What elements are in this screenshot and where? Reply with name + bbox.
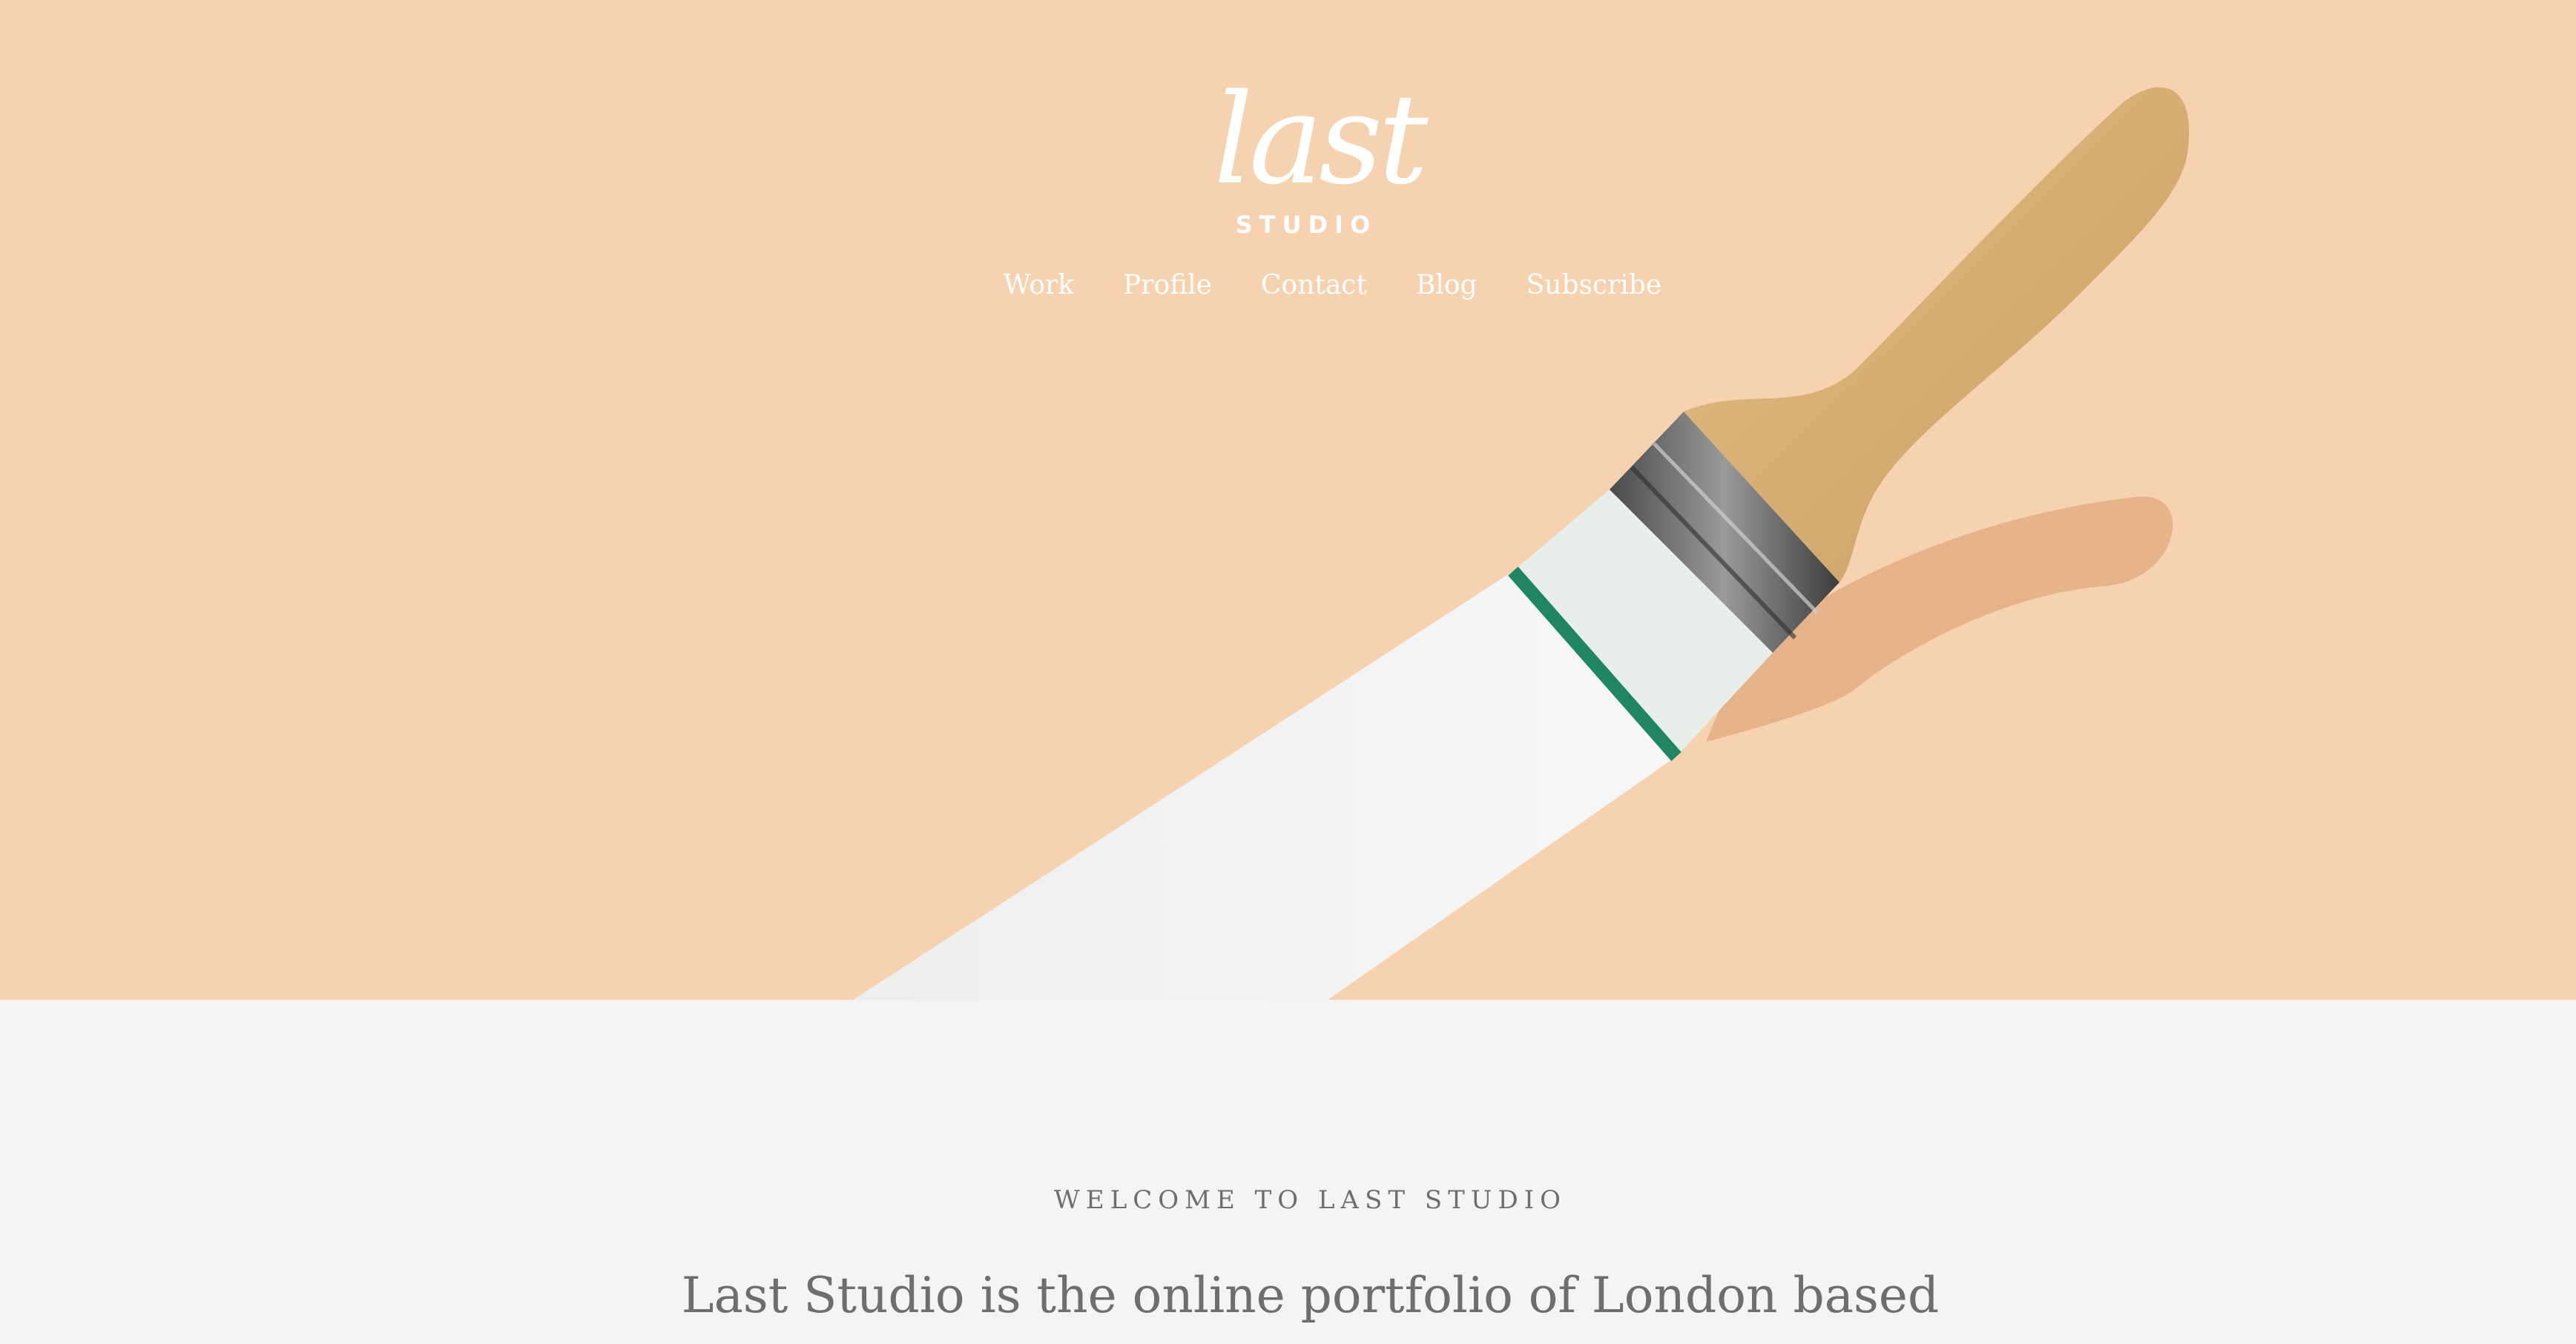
logo-script-text: last	[1213, 67, 1429, 212]
logo-subtitle: STUDIO	[1235, 211, 1377, 239]
nav-item-blog[interactable]: Blog	[1416, 270, 1478, 300]
intro-heading: Last Studio is the online portfolio of L…	[681, 1267, 1940, 1324]
nav-item-subscribe[interactable]: Subscribe	[1526, 270, 1662, 300]
paint-stroke	[853, 571, 1676, 1000]
studio-logo[interactable]: last STUDIO	[1213, 65, 1429, 251]
welcome-section: WELCOME TO LAST STUDIO Last Studio is th…	[0, 1000, 2576, 1344]
hero-banner: last STUDIO Work Profile Contact Blog Su…	[0, 0, 2576, 1000]
nav-item-contact[interactable]: Contact	[1261, 270, 1367, 300]
nav-item-work[interactable]: Work	[1004, 270, 1074, 300]
main-nav: Work Profile Contact Blog Subscribe	[45, 270, 2576, 300]
welcome-eyebrow: WELCOME TO LAST STUDIO	[1053, 1185, 1567, 1215]
nav-item-profile[interactable]: Profile	[1123, 270, 1212, 300]
